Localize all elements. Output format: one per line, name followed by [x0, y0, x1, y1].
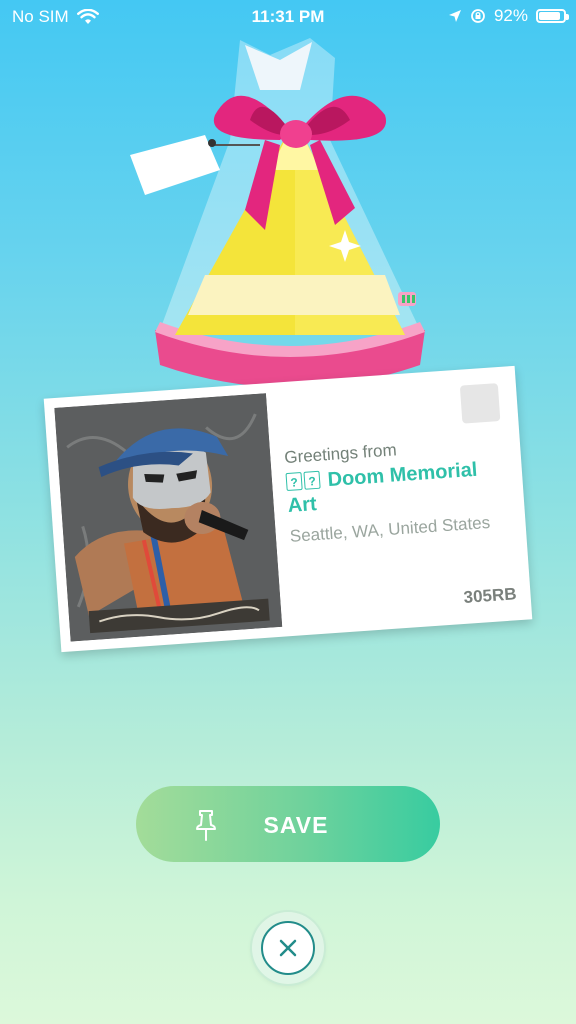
- postcard-photo: [54, 393, 283, 642]
- postcard-text: Greetings from ?? Doom Memorial Art Seat…: [284, 433, 510, 548]
- orientation-lock-icon: [471, 9, 485, 23]
- battery-percent: 92%: [493, 6, 528, 25]
- postcard[interactable]: Greetings from ?? Doom Memorial Art Seat…: [43, 365, 533, 653]
- distance-text: 305RB: [463, 584, 518, 607]
- unknown-glyph-icon: ?: [285, 471, 303, 492]
- location-arrow-icon: [448, 10, 461, 22]
- poi-location: Seattle, WA, United States: [289, 512, 491, 546]
- close-button-inner: [261, 921, 315, 975]
- poi-name: ?? Doom Memorial Art: [285, 457, 508, 518]
- battery-level: [539, 12, 561, 20]
- close-icon: [279, 939, 297, 957]
- status-right: 92%: [448, 6, 569, 26]
- save-button-label: SAVE: [263, 812, 329, 838]
- unknown-glyph-icon: ?: [303, 470, 321, 490]
- stamp-placeholder: [459, 383, 501, 424]
- battery-icon: [536, 9, 569, 23]
- save-button[interactable]: SAVE: [136, 786, 440, 862]
- gift-icon: [130, 38, 425, 388]
- photo-image: [54, 393, 283, 642]
- close-button[interactable]: [252, 912, 324, 984]
- status-bar: No SIM 11:31 PM 92%: [0, 0, 576, 34]
